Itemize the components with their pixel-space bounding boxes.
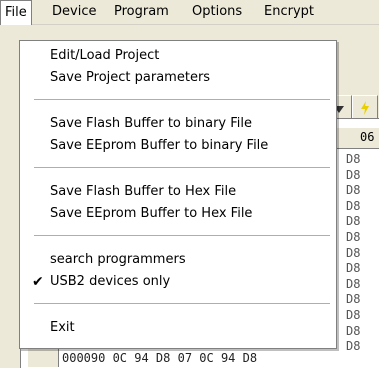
menu-file[interactable]: File: [0, 0, 32, 25]
hex-cell: D8: [346, 167, 361, 182]
menu-item-save-flash-hex[interactable]: Save Flash Buffer to Hex File: [20, 181, 336, 203]
menu-encrypt[interactable]: Encrypt: [260, 0, 318, 24]
hex-cell: D8: [346, 292, 361, 307]
hex-visible-column: D8 D8 D8 D8 D8 D8 D8 D8 D8 D8 D8 D8 D8: [346, 152, 379, 355]
menu-separator: [34, 99, 330, 100]
hex-cell: D8: [346, 307, 361, 322]
menu-item-usb2-devices-only[interactable]: ✔ USB2 devices only: [20, 271, 336, 293]
menu-encrypt-label: Encrypt: [264, 4, 314, 19]
menu-program-label: Program: [114, 4, 169, 19]
menu-separator: [34, 167, 330, 168]
hex-cell: D8: [346, 229, 361, 244]
hex-cell: D8: [346, 214, 361, 229]
menu-program[interactable]: Program: [110, 0, 173, 24]
file-menu-dropdown: Edit/Load Project Save Project parameter…: [19, 40, 337, 349]
hex-cell: D8: [346, 276, 361, 291]
menu-item-save-eeprom-binary[interactable]: Save EEprom Buffer to binary File: [20, 135, 336, 157]
menu-item-label: Save Flash Buffer to Hex File: [50, 184, 237, 199]
menu-options[interactable]: Options: [188, 0, 246, 24]
checkmark-icon: ✔: [32, 274, 44, 290]
menu-item-label: Save Flash Buffer to binary File: [50, 116, 253, 131]
menu-item-exit[interactable]: Exit: [20, 317, 336, 339]
menu-bar: File Device Program Options Encrypt: [0, 0, 379, 25]
hex-cell: D8: [346, 152, 361, 166]
hex-cell: D8: [346, 183, 361, 198]
menu-separator: [34, 235, 330, 236]
menu-file-label: File: [5, 5, 27, 20]
menu-item-edit-load-project[interactable]: Edit/Load Project: [20, 45, 336, 67]
menu-separator: [34, 303, 330, 304]
menu-item-label: Edit/Load Project: [50, 48, 160, 63]
menu-item-label: Save EEprom Buffer to binary File: [50, 138, 269, 153]
menu-item-label: Save EEprom Buffer to Hex File: [50, 206, 253, 221]
menu-item-label: USB2 devices only: [50, 274, 171, 289]
hex-cell: D8: [346, 198, 361, 213]
hex-cell: D8: [346, 245, 361, 260]
menu-device[interactable]: Device: [48, 0, 100, 24]
menu-item-label: Exit: [50, 320, 75, 335]
hex-row: 000090 0C 94 D8 07 0C 94 D8: [62, 351, 258, 365]
menu-item-search-programmers[interactable]: search programmers: [20, 249, 336, 271]
menu-item-save-eeprom-hex[interactable]: Save EEprom Buffer to Hex File: [20, 203, 336, 225]
menu-item-label: search programmers: [50, 252, 186, 267]
hex-header-label: 06: [360, 130, 375, 144]
menu-options-label: Options: [192, 4, 243, 19]
hex-cell: D8: [346, 323, 361, 338]
menu-device-label: Device: [52, 4, 97, 19]
menu-item-save-project-parameters[interactable]: Save Project parameters: [20, 67, 336, 89]
menu-item-save-flash-binary[interactable]: Save Flash Buffer to binary File: [20, 113, 336, 135]
hex-cell: D8: [346, 261, 361, 276]
menu-item-label: Save Project parameters: [50, 70, 211, 85]
